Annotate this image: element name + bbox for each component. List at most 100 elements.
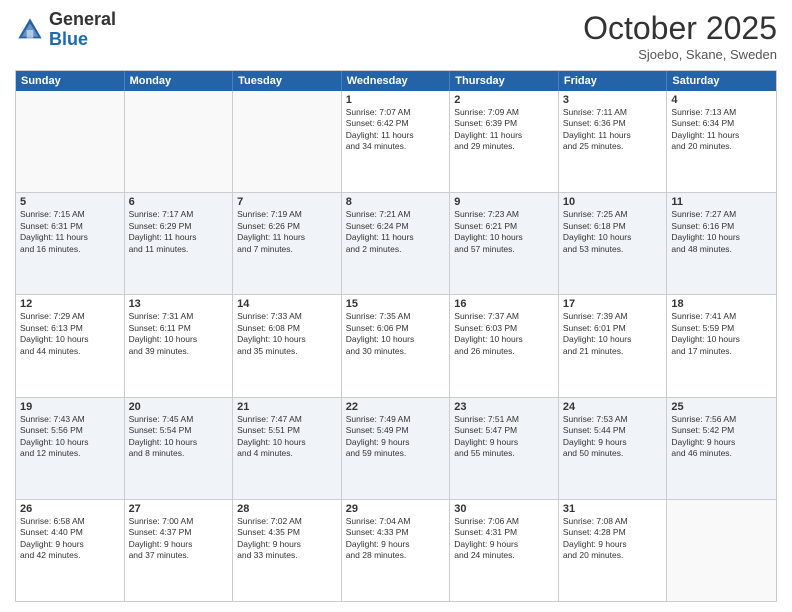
day-cell: 11Sunrise: 7:27 AM Sunset: 6:16 PM Dayli… [667, 193, 776, 294]
day-number: 18 [671, 298, 772, 310]
day-header-tuesday: Tuesday [233, 71, 342, 91]
day-cell: 5Sunrise: 7:15 AM Sunset: 6:31 PM Daylig… [16, 193, 125, 294]
day-info: Sunrise: 7:49 AM Sunset: 5:49 PM Dayligh… [346, 414, 446, 460]
title-block: October 2025 Sjoebo, Skane, Sweden [583, 10, 777, 62]
day-cell: 21Sunrise: 7:47 AM Sunset: 5:51 PM Dayli… [233, 398, 342, 499]
day-info: Sunrise: 7:19 AM Sunset: 6:26 PM Dayligh… [237, 209, 337, 255]
day-number: 9 [454, 196, 554, 208]
day-info: Sunrise: 7:00 AM Sunset: 4:37 PM Dayligh… [129, 516, 229, 562]
day-cell: 28Sunrise: 7:02 AM Sunset: 4:35 PM Dayli… [233, 500, 342, 601]
day-header-sunday: Sunday [16, 71, 125, 91]
logo-text: General Blue [49, 10, 116, 50]
day-info: Sunrise: 7:27 AM Sunset: 6:16 PM Dayligh… [671, 209, 772, 255]
day-header-monday: Monday [125, 71, 234, 91]
day-cell [233, 91, 342, 192]
page: General Blue October 2025 Sjoebo, Skane,… [0, 0, 792, 612]
day-info: Sunrise: 7:53 AM Sunset: 5:44 PM Dayligh… [563, 414, 663, 460]
header: General Blue October 2025 Sjoebo, Skane,… [15, 10, 777, 62]
day-info: Sunrise: 7:25 AM Sunset: 6:18 PM Dayligh… [563, 209, 663, 255]
day-info: Sunrise: 7:21 AM Sunset: 6:24 PM Dayligh… [346, 209, 446, 255]
day-cell: 6Sunrise: 7:17 AM Sunset: 6:29 PM Daylig… [125, 193, 234, 294]
day-number: 7 [237, 196, 337, 208]
day-cell: 31Sunrise: 7:08 AM Sunset: 4:28 PM Dayli… [559, 500, 668, 601]
day-number: 19 [20, 401, 120, 413]
day-header-thursday: Thursday [450, 71, 559, 91]
day-cell: 3Sunrise: 7:11 AM Sunset: 6:36 PM Daylig… [559, 91, 668, 192]
day-cell [125, 91, 234, 192]
day-info: Sunrise: 7:23 AM Sunset: 6:21 PM Dayligh… [454, 209, 554, 255]
week-row-4: 19Sunrise: 7:43 AM Sunset: 5:56 PM Dayli… [16, 397, 776, 499]
day-number: 11 [671, 196, 772, 208]
day-info: Sunrise: 7:35 AM Sunset: 6:06 PM Dayligh… [346, 311, 446, 357]
day-number: 26 [20, 503, 120, 515]
calendar: SundayMondayTuesdayWednesdayThursdayFrid… [15, 70, 777, 602]
day-number: 1 [346, 94, 446, 106]
day-cell: 18Sunrise: 7:41 AM Sunset: 5:59 PM Dayli… [667, 295, 776, 396]
logo: General Blue [15, 10, 116, 50]
day-cell: 24Sunrise: 7:53 AM Sunset: 5:44 PM Dayli… [559, 398, 668, 499]
day-number: 16 [454, 298, 554, 310]
day-cell: 29Sunrise: 7:04 AM Sunset: 4:33 PM Dayli… [342, 500, 451, 601]
day-number: 5 [20, 196, 120, 208]
day-header-wednesday: Wednesday [342, 71, 451, 91]
day-cell: 4Sunrise: 7:13 AM Sunset: 6:34 PM Daylig… [667, 91, 776, 192]
day-number: 15 [346, 298, 446, 310]
day-number: 28 [237, 503, 337, 515]
week-row-2: 5Sunrise: 7:15 AM Sunset: 6:31 PM Daylig… [16, 192, 776, 294]
day-number: 6 [129, 196, 229, 208]
day-info: Sunrise: 7:13 AM Sunset: 6:34 PM Dayligh… [671, 107, 772, 153]
day-info: Sunrise: 7:02 AM Sunset: 4:35 PM Dayligh… [237, 516, 337, 562]
day-info: Sunrise: 7:41 AM Sunset: 5:59 PM Dayligh… [671, 311, 772, 357]
day-cell: 23Sunrise: 7:51 AM Sunset: 5:47 PM Dayli… [450, 398, 559, 499]
day-number: 10 [563, 196, 663, 208]
day-cell: 1Sunrise: 7:07 AM Sunset: 6:42 PM Daylig… [342, 91, 451, 192]
week-row-3: 12Sunrise: 7:29 AM Sunset: 6:13 PM Dayli… [16, 294, 776, 396]
day-cell: 10Sunrise: 7:25 AM Sunset: 6:18 PM Dayli… [559, 193, 668, 294]
day-info: Sunrise: 7:47 AM Sunset: 5:51 PM Dayligh… [237, 414, 337, 460]
day-cell: 13Sunrise: 7:31 AM Sunset: 6:11 PM Dayli… [125, 295, 234, 396]
day-cell: 14Sunrise: 7:33 AM Sunset: 6:08 PM Dayli… [233, 295, 342, 396]
day-cell: 20Sunrise: 7:45 AM Sunset: 5:54 PM Dayli… [125, 398, 234, 499]
day-number: 25 [671, 401, 772, 413]
week-row-1: 1Sunrise: 7:07 AM Sunset: 6:42 PM Daylig… [16, 91, 776, 192]
month-title: October 2025 [583, 10, 777, 47]
day-cell: 30Sunrise: 7:06 AM Sunset: 4:31 PM Dayli… [450, 500, 559, 601]
day-info: Sunrise: 7:37 AM Sunset: 6:03 PM Dayligh… [454, 311, 554, 357]
subtitle: Sjoebo, Skane, Sweden [583, 47, 777, 62]
day-cell: 19Sunrise: 7:43 AM Sunset: 5:56 PM Dayli… [16, 398, 125, 499]
day-cell: 8Sunrise: 7:21 AM Sunset: 6:24 PM Daylig… [342, 193, 451, 294]
day-info: Sunrise: 7:17 AM Sunset: 6:29 PM Dayligh… [129, 209, 229, 255]
day-number: 3 [563, 94, 663, 106]
day-info: Sunrise: 7:11 AM Sunset: 6:36 PM Dayligh… [563, 107, 663, 153]
day-number: 20 [129, 401, 229, 413]
week-row-5: 26Sunrise: 6:58 AM Sunset: 4:40 PM Dayli… [16, 499, 776, 601]
day-number: 17 [563, 298, 663, 310]
day-cell: 16Sunrise: 7:37 AM Sunset: 6:03 PM Dayli… [450, 295, 559, 396]
day-number: 21 [237, 401, 337, 413]
day-number: 12 [20, 298, 120, 310]
day-number: 8 [346, 196, 446, 208]
calendar-body: 1Sunrise: 7:07 AM Sunset: 6:42 PM Daylig… [16, 91, 776, 601]
day-cell [16, 91, 125, 192]
day-info: Sunrise: 7:07 AM Sunset: 6:42 PM Dayligh… [346, 107, 446, 153]
day-cell: 9Sunrise: 7:23 AM Sunset: 6:21 PM Daylig… [450, 193, 559, 294]
day-headers: SundayMondayTuesdayWednesdayThursdayFrid… [16, 71, 776, 91]
day-info: Sunrise: 7:09 AM Sunset: 6:39 PM Dayligh… [454, 107, 554, 153]
logo-general: General [49, 10, 116, 30]
day-info: Sunrise: 7:45 AM Sunset: 5:54 PM Dayligh… [129, 414, 229, 460]
day-cell: 7Sunrise: 7:19 AM Sunset: 6:26 PM Daylig… [233, 193, 342, 294]
day-cell: 26Sunrise: 6:58 AM Sunset: 4:40 PM Dayli… [16, 500, 125, 601]
day-info: Sunrise: 7:29 AM Sunset: 6:13 PM Dayligh… [20, 311, 120, 357]
day-cell: 25Sunrise: 7:56 AM Sunset: 5:42 PM Dayli… [667, 398, 776, 499]
day-cell: 22Sunrise: 7:49 AM Sunset: 5:49 PM Dayli… [342, 398, 451, 499]
day-cell: 15Sunrise: 7:35 AM Sunset: 6:06 PM Dayli… [342, 295, 451, 396]
day-info: Sunrise: 7:08 AM Sunset: 4:28 PM Dayligh… [563, 516, 663, 562]
day-info: Sunrise: 7:06 AM Sunset: 4:31 PM Dayligh… [454, 516, 554, 562]
day-number: 13 [129, 298, 229, 310]
day-number: 4 [671, 94, 772, 106]
day-info: Sunrise: 7:43 AM Sunset: 5:56 PM Dayligh… [20, 414, 120, 460]
day-cell: 12Sunrise: 7:29 AM Sunset: 6:13 PM Dayli… [16, 295, 125, 396]
day-info: Sunrise: 7:39 AM Sunset: 6:01 PM Dayligh… [563, 311, 663, 357]
day-info: Sunrise: 7:15 AM Sunset: 6:31 PM Dayligh… [20, 209, 120, 255]
day-number: 31 [563, 503, 663, 515]
